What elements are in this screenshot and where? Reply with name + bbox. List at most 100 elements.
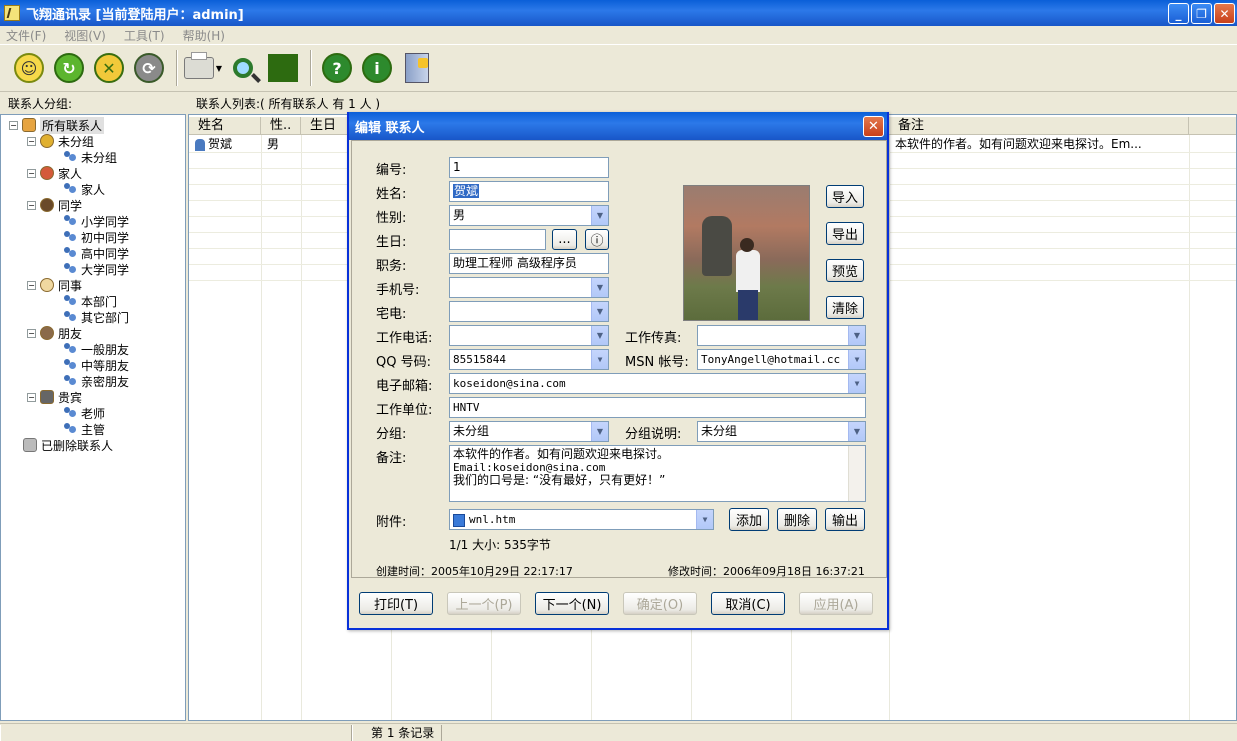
output-attachment-button[interactable]: 输出 [825, 508, 865, 531]
email-select[interactable]: koseidon@sina.com ▼ [449, 373, 866, 394]
ok-button[interactable]: 确定(O) [623, 592, 697, 615]
dialog-close-button[interactable]: ✕ [863, 116, 884, 137]
group-tree[interactable]: − 所有联系人 − 未分组 未分组 − 家人 家人 − 同学 小学同学 初中同学 高中同… [0, 114, 186, 721]
collapse-icon[interactable]: − [27, 328, 36, 338]
chevron-down-icon[interactable]: ▼ [848, 374, 865, 393]
print-button[interactable]: ▼ [184, 49, 222, 87]
work-phone-select[interactable]: ▼ [449, 325, 609, 346]
add-contact-button[interactable]: ☺ [10, 49, 48, 87]
collapse-icon[interactable]: − [27, 392, 36, 402]
group-icon [40, 198, 54, 212]
tree-group[interactable]: − 同事 [1, 277, 185, 293]
chevron-down-icon[interactable]: ▼ [591, 422, 608, 441]
ie-document-icon [453, 513, 465, 527]
chevron-down-icon[interactable]: ▼ [848, 422, 865, 441]
column-header-gender[interactable]: 性.. [261, 117, 301, 135]
menu-view[interactable]: 视图(V) [64, 27, 106, 44]
chevron-down-icon[interactable]: ▼ [591, 350, 608, 369]
tree-subgroup[interactable]: 中等朋友 [1, 357, 185, 373]
export-photo-button[interactable]: 导出 [826, 222, 864, 245]
chevron-down-icon[interactable]: ▼ [696, 510, 713, 529]
menu-tools[interactable]: 工具(T) [124, 27, 165, 44]
collapse-icon[interactable]: − [27, 136, 36, 146]
company-field[interactable]: HNTV [449, 397, 866, 418]
column-header-birthday[interactable]: 生日 [301, 117, 349, 135]
birthday-field[interactable] [449, 229, 546, 250]
maximize-button[interactable]: ❐ [1191, 3, 1212, 24]
tree-subgroup[interactable]: 其它部门 [1, 309, 185, 325]
work-fax-select[interactable]: ▼ [697, 325, 866, 346]
tree-subgroup[interactable]: 初中同学 [1, 229, 185, 245]
delete-contact-button[interactable]: ✕ [90, 49, 128, 87]
add-attachment-button[interactable]: 添加 [729, 508, 769, 531]
tree-subgroup[interactable]: 主管 [1, 421, 185, 437]
chevron-down-icon[interactable]: ▼ [848, 350, 865, 369]
tree-group[interactable]: − 贵宾 [1, 389, 185, 405]
tree-subgroup[interactable]: 家人 [1, 181, 185, 197]
calendar-button[interactable] [264, 49, 302, 87]
search-button[interactable] [224, 49, 262, 87]
qq-select[interactable]: 85515844 ▼ [449, 349, 609, 370]
gender-select[interactable]: 男 ▼ [449, 205, 609, 226]
people-icon [63, 151, 77, 163]
collapse-icon[interactable]: − [27, 168, 36, 178]
table-row[interactable]: 贺斌 [195, 136, 261, 152]
tree-subgroup[interactable]: 未分组 [1, 149, 185, 165]
mobile-select[interactable]: ▼ [449, 277, 609, 298]
print-dropdown-arrow-icon[interactable]: ▼ [216, 64, 222, 73]
collapse-icon[interactable]: − [27, 200, 36, 210]
tree-subgroup[interactable]: 小学同学 [1, 213, 185, 229]
birthday-info-button[interactable]: ⓘ [585, 229, 609, 250]
chevron-down-icon[interactable]: ▼ [591, 206, 608, 225]
clear-photo-button[interactable]: 清除 [826, 296, 864, 319]
chevron-down-icon[interactable]: ▼ [591, 278, 608, 297]
close-button[interactable]: ✕ [1214, 3, 1235, 24]
tree-subgroup[interactable]: 高中同学 [1, 245, 185, 261]
tree-group[interactable]: − 同学 [1, 197, 185, 213]
column-header-name[interactable]: 姓名 [189, 117, 261, 135]
position-field[interactable]: 助理工程师 高级程序员 [449, 253, 609, 274]
cancel-button[interactable]: 取消(C) [711, 592, 785, 615]
collapse-icon[interactable]: − [9, 120, 18, 130]
next-button[interactable]: 下一个(N) [535, 592, 609, 615]
column-header-notes[interactable]: 备注 [889, 117, 1189, 135]
group-desc-select[interactable]: 未分组 ▼ [697, 421, 866, 442]
menu-file[interactable]: 文件(F) [6, 27, 46, 44]
preview-photo-button[interactable]: 预览 [826, 259, 864, 282]
exit-button[interactable] [398, 49, 436, 87]
tree-deleted-contacts[interactable]: 已删除联系人 [1, 437, 185, 453]
tree-root-all[interactable]: − 所有联系人 [1, 116, 185, 134]
home-phone-select[interactable]: ▼ [449, 301, 609, 322]
notes-textarea[interactable]: 本软件的作者。如有问题欢迎来电探讨。 Email:koseidon@sina.c… [449, 445, 866, 502]
help-button[interactable]: ? [318, 49, 356, 87]
minimize-button[interactable]: _ [1168, 3, 1189, 24]
id-field[interactable]: 1 [449, 157, 609, 178]
attachment-select[interactable]: wnl.htm ▼ [449, 509, 714, 530]
notes-scrollbar[interactable] [848, 446, 865, 501]
tree-subgroup[interactable]: 老师 [1, 405, 185, 421]
name-field[interactable]: 贺斌 [449, 181, 609, 202]
print-button[interactable]: 打印(T) [359, 592, 433, 615]
about-button[interactable]: i [358, 49, 396, 87]
tree-group[interactable]: − 未分组 [1, 133, 185, 149]
refresh-button[interactable]: ⟳ [130, 49, 168, 87]
collapse-icon[interactable]: − [27, 280, 36, 290]
previous-button[interactable]: 上一个(P) [447, 592, 521, 615]
chevron-down-icon[interactable]: ▼ [848, 326, 865, 345]
chevron-down-icon[interactable]: ▼ [591, 326, 608, 345]
delete-attachment-button[interactable]: 删除 [777, 508, 817, 531]
tree-group[interactable]: − 家人 [1, 165, 185, 181]
apply-button[interactable]: 应用(A) [799, 592, 873, 615]
group-select[interactable]: 未分组 ▼ [449, 421, 609, 442]
edit-contact-button[interactable]: ↻ [50, 49, 88, 87]
tree-subgroup[interactable]: 大学同学 [1, 261, 185, 277]
tree-group[interactable]: − 朋友 [1, 325, 185, 341]
tree-subgroup[interactable]: 本部门 [1, 293, 185, 309]
import-photo-button[interactable]: 导入 [826, 185, 864, 208]
tree-subgroup[interactable]: 一般朋友 [1, 341, 185, 357]
msn-select[interactable]: TonyAngell@hotmail.cc ▼ [697, 349, 866, 370]
tree-subgroup[interactable]: 亲密朋友 [1, 373, 185, 389]
menu-help[interactable]: 帮助(H) [183, 27, 225, 44]
birthday-picker-button[interactable]: ... [552, 229, 577, 250]
chevron-down-icon[interactable]: ▼ [591, 302, 608, 321]
